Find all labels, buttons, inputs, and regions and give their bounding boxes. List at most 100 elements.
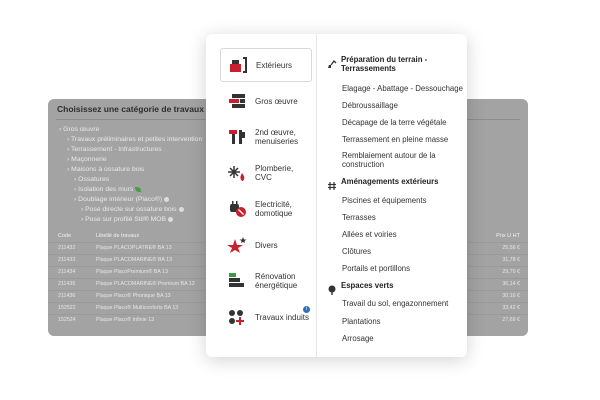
category-2[interactable]: Gros œuvre [220,84,312,118]
section-title: Préparation du terrain - Terrassements [341,55,428,73]
cell-code: 152524 [58,317,76,323]
info-icon [178,206,184,212]
tree-item: › Gros œuvre [59,125,229,135]
tree-item: › Ossatures [59,175,229,185]
cell-code: 211432 [58,245,76,251]
tree-item-label: › Pose directe sur ossature bois [81,206,177,213]
category-4[interactable]: Plomberie, CVC [220,156,312,190]
section-title: Aménagements extérieurs [341,177,439,186]
subcategory-item[interactable]: Travail du sol, engazonnement [342,299,464,308]
tree-item-label: › Doublage intérieur (Placo®) [74,196,163,203]
tree-item-label: › Travaux préliminaires et petites inter… [67,136,203,143]
section-title: Espaces verts [341,281,394,290]
category-7[interactable]: Rénovation énergétique [220,264,312,298]
cell-libelle: Plaque Placo® Phonique BA 13 [96,293,171,299]
cell-libelle: Plaque PlacoPremium® BA 13 [96,269,168,275]
tree-item: › Travaux préliminaires et petites inter… [59,135,229,145]
tree-item: › Maisons à ossature bois [59,165,229,175]
screen: Choisissez une catégorie de travaux ci-d… [0,0,600,400]
category-label: Rénovation énergétique [255,272,298,290]
tree-item-label: › Isolation des murs [74,186,134,193]
subcategory-item[interactable]: Portails et portillons [342,264,464,273]
subcategory-item[interactable]: Terrasses [342,213,464,222]
category-label: Divers [255,240,278,250]
cell-prix: 31,78 € [502,257,520,263]
cell-prix: 30,16 € [502,293,520,299]
subcategory-item[interactable]: Elagage - Abattage - Dessouchage [342,84,464,93]
cell-libelle: Plaque PLACOMARINE® BA 13 [96,257,173,263]
info-icon [168,216,174,222]
subcategory-item[interactable]: Décapage de la terre végétale [342,118,464,127]
tree-icon [327,282,337,295]
tree-item: › Pose sur profilé Stil® MOB [59,215,229,225]
cell-code: 211434 [58,269,76,275]
subcategory-item[interactable]: Plantations [342,317,464,326]
cell-code: 211435 [58,281,76,287]
stars-icon [226,235,248,255]
category-label: Electricité, domotique [255,200,293,218]
subcategory-item[interactable]: Débroussaillage [342,101,464,110]
cell-code: 211436 [58,293,76,299]
cell-code: 211433 [58,257,76,263]
column-libelle: Libellé de travaux [96,233,140,239]
section-header: Aménagements extérieurs [327,177,465,190]
category-label: Travaux induits [255,312,309,322]
cell-prix: 36,14 € [502,281,520,287]
info-icon [164,196,170,202]
energy-bars-icon [226,271,248,291]
category-1[interactable]: Extérieurs [220,48,312,82]
tree-item: › Isolation des murs [59,185,229,195]
subcategory-item[interactable]: Piscines et équipements [342,196,464,205]
subcategory-item[interactable]: Arrosage [342,334,464,343]
subcategory-list: Préparation du terrain - Terrassements El… [317,34,467,357]
category-label: Extérieurs [256,60,293,70]
category-list: Extérieurs Gros œuvre 2nd œuvre, menuiseri… [206,34,317,357]
category-3[interactable]: 2nd œuvre, menuiseries [220,120,312,154]
snowflake-fire-icon [226,163,248,183]
subcategory-item[interactable]: Allées et voiries [342,230,464,239]
section-header: Préparation du terrain - Terrassements [327,55,465,73]
leaf-icon [135,186,142,192]
tree-item-label: › Maçonnerie [67,156,107,163]
hammer-icon [226,127,248,147]
cell-libelle: Plaque PLACOMARINE® Premium BA 13 [96,281,195,287]
tree-item: › Doublage intérieur (Placo®) [59,195,229,205]
tree-item-label: › Terrassement - Infrastructures [67,146,162,153]
tree-item-label: › Gros œuvre [59,126,100,133]
cell-prix: 27,69 € [502,317,520,323]
category-8[interactable]: Travaux induits i [220,300,312,334]
category-6[interactable]: Divers [220,228,312,262]
cell-prix: 25,56 € [502,245,520,251]
category-5[interactable]: Electricité, domotique [220,192,312,226]
cell-prix: 33,42 € [502,305,520,311]
plug-icon [226,199,248,219]
background-title: Choisissez une catégorie de travaux ci-d [57,104,222,114]
exterior-tools-icon [227,55,249,75]
cell-prix: 29,70 € [502,269,520,275]
tree-item: › Pose directe sur ossature bois [59,205,229,215]
cell-libelle: Plaque Placo® Multiconforts BA 13 [96,305,179,311]
subcategory-item[interactable]: Clôtures [342,247,464,256]
subcategory-item[interactable]: Remblaiement autour de la construction [342,151,464,169]
category-dropdown: Extérieurs Gros œuvre 2nd œuvre, menuiseri… [206,34,467,357]
tree-item-label: › Pose sur profilé Stil® MOB [81,216,167,223]
category-label: Plomberie, CVC [255,164,294,182]
tree-item-label: › Ossatures [74,176,110,183]
cell-libelle: Plaque Placo® Infinie 13 [96,317,155,323]
category-label: 2nd œuvre, menuiseries [255,128,299,146]
category-label: Gros œuvre [255,96,298,106]
section-header: Espaces verts [327,281,465,295]
excavator-icon [327,56,337,68]
cell-code: 152522 [58,305,76,311]
bricks-icon [226,91,248,111]
column-code: Code [58,233,72,239]
fence-grid-icon [327,178,337,190]
category-tree: › Gros œuvre › Travaux préliminaires et p… [59,125,229,225]
tree-item: › Maçonnerie [59,155,229,165]
dots-plus-icon [226,307,248,327]
tree-item-label: › Maisons à ossature bois [67,166,145,173]
tree-item: › Terrassement - Infrastructures [59,145,229,155]
info-badge-icon: i [303,306,310,313]
subcategory-item[interactable]: Terrassement en pleine masse [342,135,464,144]
cell-libelle: Plaque PLACOPLATRE® BA 13 [96,245,172,251]
